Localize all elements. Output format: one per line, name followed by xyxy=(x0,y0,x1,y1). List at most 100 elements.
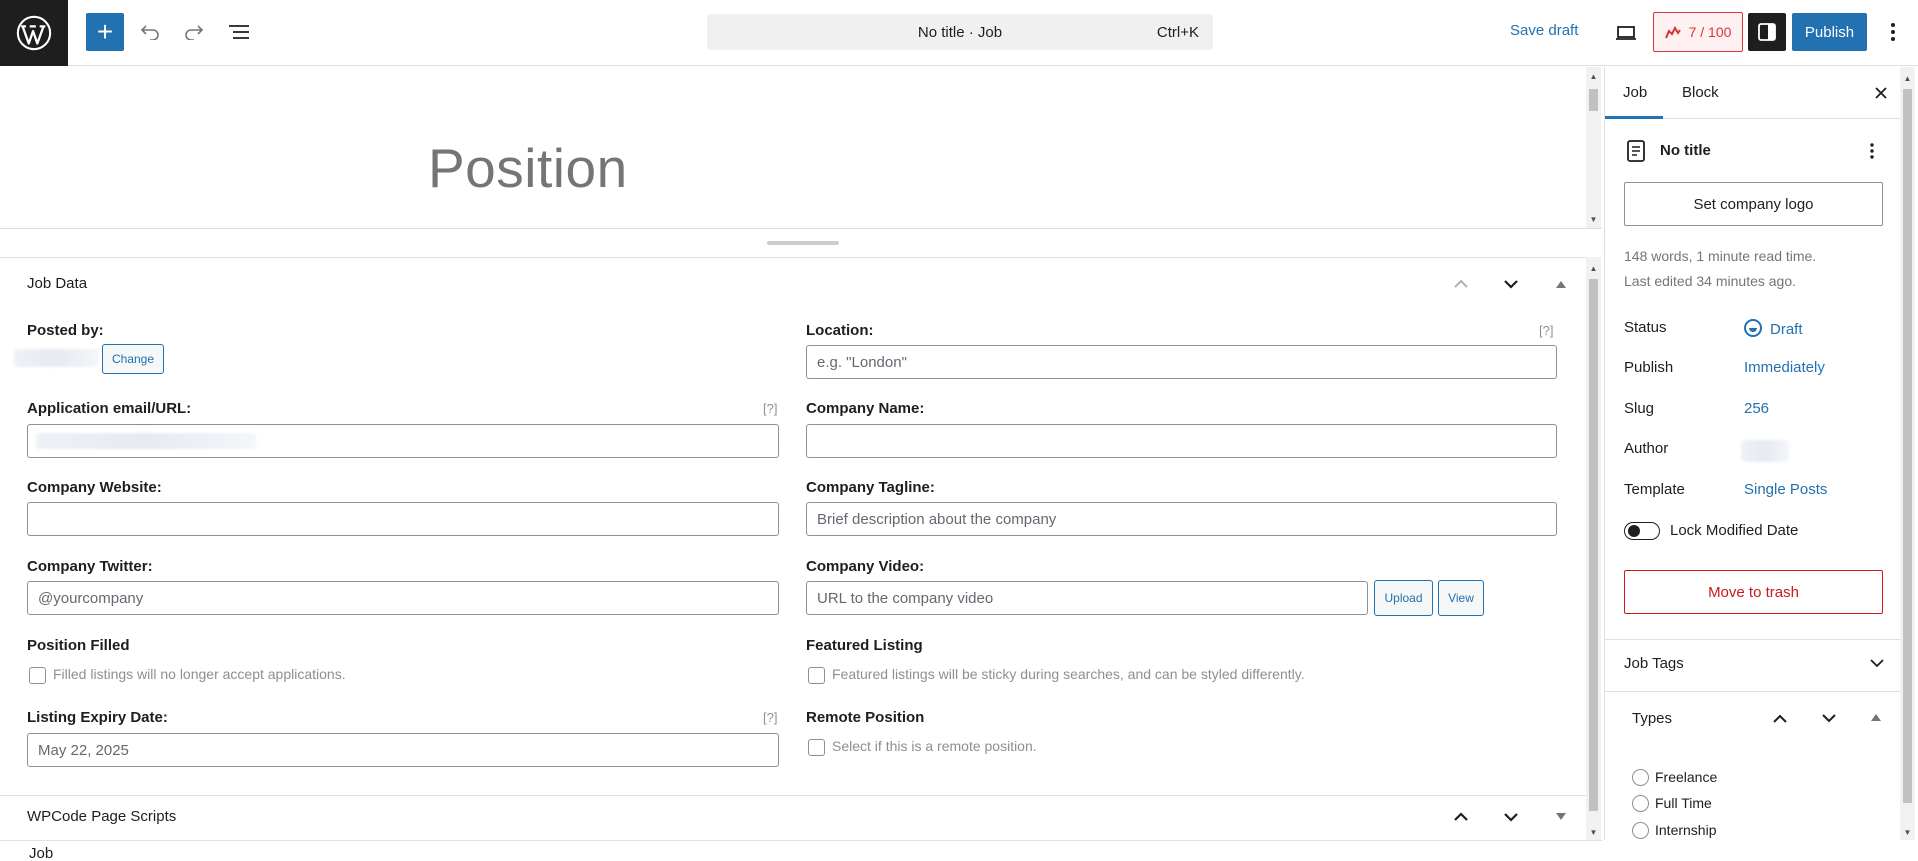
move-to-trash-button[interactable]: Move to trash xyxy=(1624,570,1883,614)
location-help[interactable]: [?] xyxy=(1539,323,1553,338)
location-input[interactable]: e.g. "London" xyxy=(806,345,1557,379)
types-move-up-icon[interactable] xyxy=(1768,706,1792,730)
expiry-date-label: Listing Expiry Date: xyxy=(27,709,168,726)
settings-sidebar: Job Block No title Set company logo 148 … xyxy=(1604,67,1901,840)
scroll-up-icon[interactable]: ▲ xyxy=(1586,69,1601,83)
collapse-toggle-icon[interactable] xyxy=(1546,269,1576,299)
command-palette-button[interactable]: No title · Job Ctrl+K xyxy=(707,14,1213,50)
remote-position-label: Remote Position xyxy=(806,709,925,726)
settings-sidebar-toggle-icon[interactable] xyxy=(1748,13,1786,51)
breadcrumb-job[interactable]: Job xyxy=(29,845,53,861)
undo-icon[interactable] xyxy=(131,13,169,51)
featured-listing-description: Featured listings will be sticky during … xyxy=(832,666,1305,682)
sidebar-scroll-up-icon[interactable]: ▲ xyxy=(1900,71,1915,85)
job-tags-title[interactable]: Job Tags xyxy=(1624,655,1684,672)
position-filled-checkbox[interactable] xyxy=(29,667,46,684)
company-website-input[interactable] xyxy=(27,502,779,536)
wpcode-expand-toggle-icon[interactable] xyxy=(1546,802,1576,832)
status-label: Status xyxy=(1624,319,1667,336)
active-tab-indicator xyxy=(1605,116,1663,119)
status-text: Draft xyxy=(1770,321,1803,338)
upload-video-button[interactable]: Upload xyxy=(1374,580,1433,616)
add-block-button[interactable]: + xyxy=(86,13,124,51)
expiry-date-help[interactable]: [?] xyxy=(763,710,777,725)
author-avatar xyxy=(14,349,98,367)
scroll-down-icon[interactable]: ▼ xyxy=(1586,212,1601,226)
view-video-button[interactable]: View xyxy=(1438,580,1484,616)
application-input[interactable] xyxy=(27,424,779,458)
publish-value[interactable]: Immediately xyxy=(1744,359,1825,376)
company-name-input[interactable] xyxy=(806,424,1557,458)
metabox-scroll-thumb[interactable] xyxy=(1589,279,1598,811)
tab-job[interactable]: Job xyxy=(1623,84,1647,101)
post-title-placeholder[interactable]: Position xyxy=(428,136,628,200)
canvas-scrollbar[interactable]: ▲ ▼ xyxy=(1586,67,1601,228)
set-company-logo-button[interactable]: Set company logo xyxy=(1624,182,1883,226)
document-icon xyxy=(1627,140,1645,162)
author-label: Author xyxy=(1624,440,1669,457)
metabox-scroll-down-icon[interactable]: ▼ xyxy=(1586,825,1601,839)
editor-header: + No title · Job Ctrl+K Save draft 7 / 1… xyxy=(0,0,1918,66)
wpcode-move-up-icon[interactable] xyxy=(1446,802,1476,832)
featured-listing-label: Featured Listing xyxy=(806,637,923,654)
expiry-date-input[interactable]: May 22, 2025 xyxy=(27,733,779,767)
move-up-icon[interactable] xyxy=(1446,269,1476,299)
company-video-input[interactable]: URL to the company video xyxy=(806,581,1368,615)
document-overview-icon[interactable] xyxy=(220,13,258,51)
move-down-icon[interactable] xyxy=(1496,269,1526,299)
company-tagline-input[interactable]: Brief description about the company xyxy=(806,502,1557,536)
redo-icon[interactable] xyxy=(175,13,213,51)
options-more-icon[interactable] xyxy=(1880,17,1906,47)
wordpress-logo-icon[interactable] xyxy=(0,0,68,66)
metabox-scroll-up-icon[interactable]: ▲ xyxy=(1586,261,1601,275)
types-move-down-icon[interactable] xyxy=(1817,706,1841,730)
type-fulltime-radio[interactable] xyxy=(1632,795,1649,812)
close-sidebar-icon[interactable] xyxy=(1869,81,1893,105)
draft-status-icon xyxy=(1744,319,1762,337)
slug-value[interactable]: 256 xyxy=(1744,400,1769,417)
lock-modified-date-toggle[interactable] xyxy=(1624,522,1660,540)
command-title: No title · Job xyxy=(917,23,1003,41)
tab-block[interactable]: Block xyxy=(1682,84,1719,101)
wpcode-move-down-icon[interactable] xyxy=(1496,802,1526,832)
read-time-text: 148 words, 1 minute read time. xyxy=(1624,248,1817,264)
author-value-redacted[interactable] xyxy=(1741,440,1789,462)
types-title: Types xyxy=(1632,710,1673,727)
save-draft-button[interactable]: Save draft xyxy=(1510,22,1578,39)
last-edited-text: Last edited 34 minutes ago. xyxy=(1624,273,1797,289)
sidebar-scroll-thumb[interactable] xyxy=(1903,89,1912,803)
slug-label: Slug xyxy=(1624,400,1655,417)
change-author-button[interactable]: Change xyxy=(102,344,164,374)
wpcode-header: WPCode Page Scripts xyxy=(0,796,1586,840)
job-tags-chevron-down-icon[interactable] xyxy=(1865,651,1889,675)
sidebar-scrollbar[interactable]: ▲ ▼ xyxy=(1900,67,1915,840)
metabox-scrollbar[interactable]: ▲ ▼ xyxy=(1586,257,1601,840)
scroll-thumb[interactable] xyxy=(1589,89,1598,111)
template-label: Template xyxy=(1624,481,1685,498)
editor-canvas: Position xyxy=(0,67,1586,228)
sidebar-tabs: Job Block xyxy=(1605,67,1901,119)
application-help[interactable]: [?] xyxy=(763,401,777,416)
seo-score-button[interactable]: 7 / 100 xyxy=(1653,12,1743,52)
company-tagline-label: Company Tagline: xyxy=(806,479,935,496)
types-collapse-icon[interactable] xyxy=(1864,705,1888,729)
sidebar-divider xyxy=(1605,639,1901,640)
metabox-resize-handle[interactable] xyxy=(767,241,839,245)
publish-button[interactable]: Publish xyxy=(1792,13,1867,51)
document-actions-icon[interactable] xyxy=(1860,138,1884,164)
company-twitter-input[interactable]: @yourcompany xyxy=(27,581,779,615)
wordpress-icon xyxy=(16,15,52,51)
type-fulltime-label: Full Time xyxy=(1655,795,1712,811)
remote-position-checkbox[interactable] xyxy=(808,739,825,756)
preview-device-icon[interactable] xyxy=(1611,18,1641,48)
sidebar-scroll-down-icon[interactable]: ▼ xyxy=(1900,825,1915,839)
remote-position-description: Select if this is a remote position. xyxy=(832,738,1037,754)
lock-modified-date-label: Lock Modified Date xyxy=(1670,522,1799,539)
seo-score-value: 7 / 100 xyxy=(1688,24,1732,40)
type-freelance-radio[interactable] xyxy=(1632,769,1649,786)
application-value-redacted xyxy=(36,433,256,449)
status-value[interactable]: Draft xyxy=(1744,319,1803,338)
featured-listing-checkbox[interactable] xyxy=(808,667,825,684)
template-value[interactable]: Single Posts xyxy=(1744,481,1827,498)
type-internship-radio[interactable] xyxy=(1632,822,1649,839)
